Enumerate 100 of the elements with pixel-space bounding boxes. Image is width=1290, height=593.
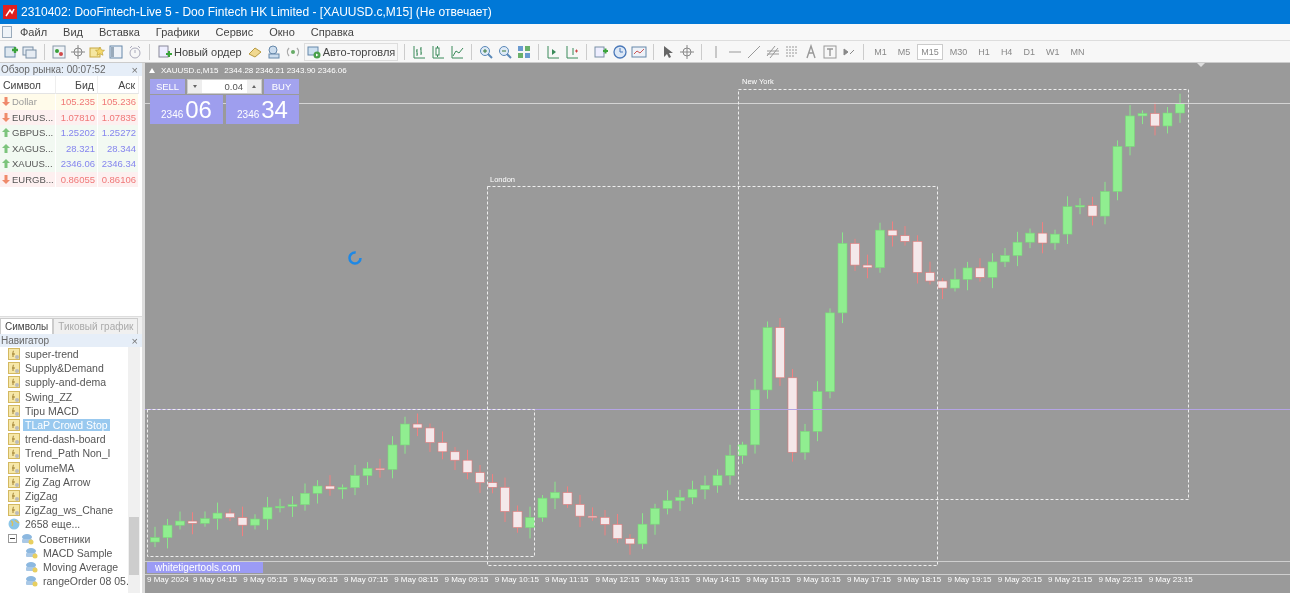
candlestick <box>725 444 735 486</box>
navigator-item[interactable]: Trend_Path Non_I <box>23 447 113 460</box>
candlestick <box>437 431 448 460</box>
timeframe-button[interactable]: MN <box>1066 43 1089 60</box>
candlestick <box>325 474 335 497</box>
navigator-item[interactable]: 2658 еще... <box>23 518 83 531</box>
panel-title: Навигатор <box>1 335 50 346</box>
timeframe-button[interactable]: M5 <box>893 43 915 60</box>
navigator-item[interactable]: MACD Sample <box>41 546 115 559</box>
navigator-item[interactable]: supply-and-dema <box>23 376 109 389</box>
expert-icon <box>24 575 38 588</box>
window-title: 2310402: DooFintech-Live 5 - Doo Fintech HK Limited - [XAUUSD.c,M15] (Не отвечает) <box>21 5 492 19</box>
new-order-button[interactable]: Новый ордер <box>156 42 244 61</box>
menu-item[interactable]: Окно <box>261 26 303 38</box>
line-chart-icon[interactable] <box>449 43 466 60</box>
candlestick <box>1125 104 1135 156</box>
candlestick <box>950 267 960 293</box>
volume-field[interactable]: 0.04 <box>187 79 262 94</box>
navigator-item[interactable]: Moving Average <box>41 560 121 573</box>
candles-icon[interactable] <box>430 43 447 60</box>
menu-item[interactable]: Файл <box>12 26 56 38</box>
time-axis-label: 9 May 20:15 <box>997 575 1042 584</box>
menu-item[interactable]: Справка <box>302 26 362 38</box>
menu-item[interactable]: Графики <box>147 26 208 38</box>
candlestick <box>537 494 548 523</box>
chart-label: whitetigertools.com <box>147 562 263 573</box>
candlestick <box>225 508 235 522</box>
profiles-icon[interactable] <box>22 43 38 60</box>
trendline-icon[interactable] <box>746 43 763 60</box>
timeframe-button[interactable]: M30 <box>945 43 972 60</box>
indicators-icon[interactable] <box>593 43 610 60</box>
time-axis-label: 9 May 17:15 <box>846 575 891 584</box>
bar-chart-icon[interactable] <box>411 43 428 60</box>
candlestick <box>450 446 460 471</box>
timeframe-button[interactable]: W1 <box>1041 43 1064 60</box>
close-button[interactable]: × <box>131 334 138 347</box>
crosshair-icon[interactable] <box>70 43 86 60</box>
candlestick <box>962 261 973 291</box>
symbol-name: GBPUS... <box>12 127 54 139</box>
candlestick <box>475 464 485 494</box>
candlestick <box>1000 247 1010 268</box>
increase-icon[interactable] <box>247 80 261 93</box>
menu-item[interactable]: Вставка <box>90 26 148 38</box>
navigator-item[interactable]: ZigZag <box>23 489 60 502</box>
new-order-icon <box>158 44 172 59</box>
tile-icon[interactable] <box>516 43 533 60</box>
timeframe-button[interactable]: M15 <box>917 43 943 60</box>
panel-tab[interactable]: Символы <box>0 318 54 334</box>
candlestick <box>200 510 210 528</box>
navigator-item[interactable]: Tipu MACD <box>23 404 81 417</box>
time-axis-label: 9 May 2024 <box>147 575 189 584</box>
candlestick <box>162 518 173 549</box>
decrease-icon[interactable] <box>188 80 202 93</box>
time-axis-label: 9 May 12:15 <box>595 575 640 584</box>
candlestick <box>1012 231 1023 267</box>
candlestick <box>712 468 723 494</box>
close-button[interactable]: × <box>131 63 138 76</box>
indicator-icon <box>8 419 20 432</box>
panel-title: Обзор рынка: 00:07:52 <box>1 64 106 75</box>
navigator-item[interactable]: ZigZag_ws_Chane <box>23 504 116 517</box>
navigator-item[interactable]: volumeMA <box>23 461 77 474</box>
navigator-item[interactable]: Swing_ZZ <box>23 390 75 403</box>
app-icon <box>3 5 17 19</box>
channel-icon[interactable] <box>765 43 782 60</box>
shift-icon[interactable] <box>564 43 581 60</box>
template-icon[interactable] <box>631 43 648 60</box>
time-axis-label: 9 May 19:15 <box>947 575 992 584</box>
ohlc-values: 2344.28 2346.21 2343.90 2346.06 <box>224 66 347 75</box>
time-axis-label: 9 May 04:15 <box>193 575 238 584</box>
navigator-item[interactable]: trend-dash-board <box>23 433 108 446</box>
navigator-item[interactable]: Советники <box>37 532 93 545</box>
navigator-item[interactable]: Supply&Demand <box>23 362 106 375</box>
scroll-icon[interactable] <box>545 43 562 60</box>
menu-item[interactable]: Сервис <box>207 26 262 38</box>
candlestick <box>512 505 523 534</box>
zoom-in-icon[interactable] <box>478 43 495 60</box>
collapse-icon[interactable] <box>8 534 17 544</box>
candlestick <box>637 512 648 550</box>
scrollbar[interactable] <box>128 347 140 593</box>
candlestick <box>1150 102 1160 136</box>
triangle-icon[interactable] <box>149 68 155 73</box>
indicator-icon <box>8 348 20 361</box>
auto-trading-button[interactable]: Авто-торговля <box>303 42 399 61</box>
candlestick <box>275 498 285 513</box>
ask-price: 28.344 <box>106 142 136 154</box>
zoom-out-icon[interactable] <box>497 43 514 60</box>
clock-icon[interactable] <box>612 43 629 60</box>
crosshair-icon[interactable] <box>679 43 696 60</box>
timeframe-button[interactable]: H1 <box>974 43 994 60</box>
navigator-item[interactable]: rangeOrder 08 05. <box>41 575 131 588</box>
terminal-icon[interactable] <box>108 43 124 60</box>
navigator-item[interactable]: super-trend <box>23 348 81 361</box>
new-chart-icon[interactable] <box>3 43 19 60</box>
timeframe-button[interactable]: D1 <box>1019 43 1039 60</box>
label-tool-icon[interactable] <box>822 43 839 60</box>
timeframe-button[interactable]: H4 <box>996 43 1017 60</box>
market-watch-icon[interactable] <box>51 43 67 60</box>
candlestick <box>350 464 360 496</box>
navigator-item[interactable]: Zig Zag Arrow <box>23 475 93 488</box>
menu-item[interactable]: Вид <box>55 26 91 38</box>
